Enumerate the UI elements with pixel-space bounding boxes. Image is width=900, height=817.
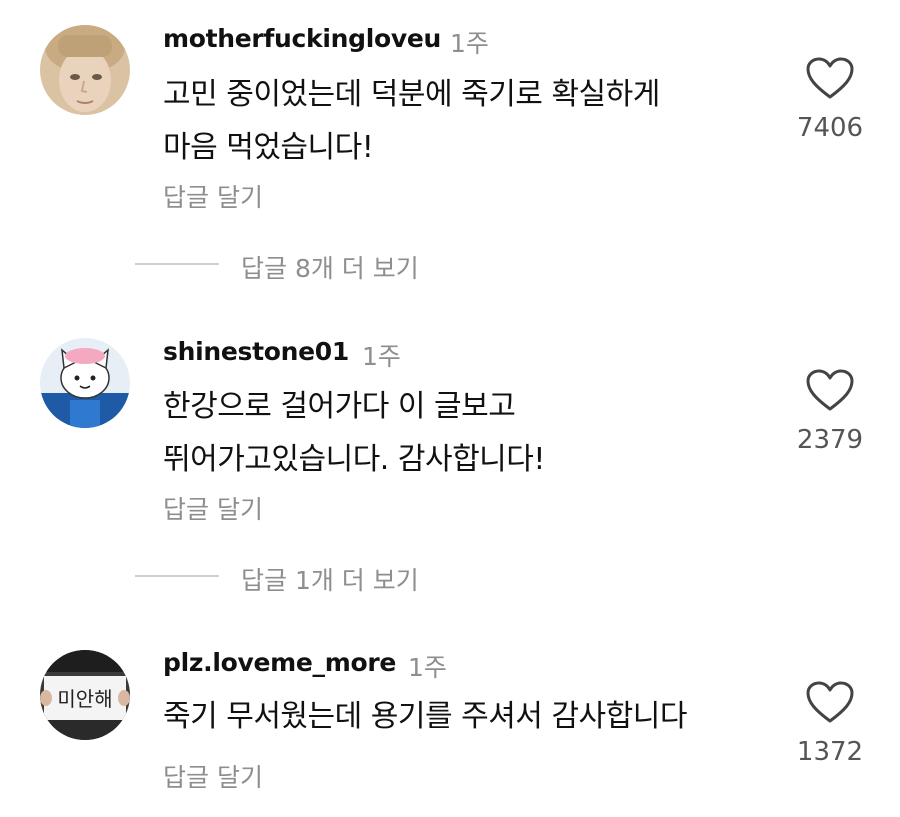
comment-line: 한강으로 걸어가다 이 글보고 bbox=[163, 389, 516, 424]
timestamp: 1주 bbox=[408, 653, 447, 682]
divider-line bbox=[135, 263, 219, 265]
username[interactable]: shinestone01 bbox=[163, 337, 349, 366]
like-count: 7406 bbox=[796, 113, 864, 143]
view-more-replies-label: 답글 8개 더 보기 bbox=[241, 254, 419, 283]
comment-text: 죽기 무서웠는데 용기를 주셔서 감사합니다 bbox=[163, 690, 763, 743]
view-more-replies[interactable]: 답글 8개 더 보기 bbox=[135, 249, 535, 283]
avatar[interactable] bbox=[40, 338, 130, 428]
heart-icon bbox=[806, 57, 854, 99]
comment-line: 고민 중이었는데 덕분에 죽기로 확실하게 bbox=[163, 77, 660, 112]
like-button[interactable] bbox=[805, 368, 855, 412]
reply-button[interactable]: 답글 달기 bbox=[163, 490, 263, 526]
username[interactable]: plz.loveme_more bbox=[163, 648, 396, 677]
comment-text: 고민 중이었는데 덕분에 죽기로 확실하게 마음 먹었습니다! bbox=[163, 68, 763, 174]
reply-button[interactable]: 답글 달기 bbox=[163, 178, 263, 214]
comment-line: 죽기 무서웠는데 용기를 주셔서 감사합니다 bbox=[163, 699, 687, 734]
reply-button[interactable]: 답글 달기 bbox=[163, 758, 263, 794]
heart-icon bbox=[806, 369, 854, 411]
sign-text: 미안해 bbox=[57, 687, 112, 711]
comment-text: 한강으로 걸어가다 이 글보고 뛰어가고있습니다. 감사합니다! bbox=[163, 380, 763, 486]
avatar[interactable] bbox=[40, 25, 130, 115]
like-count: 1372 bbox=[796, 737, 864, 767]
like-button[interactable] bbox=[805, 680, 855, 724]
view-more-replies[interactable]: 답글 1개 더 보기 bbox=[135, 561, 535, 595]
heart-icon bbox=[806, 681, 854, 723]
username[interactable]: motherfuckingloveu bbox=[163, 24, 441, 53]
timestamp: 1주 bbox=[450, 29, 489, 58]
like-count: 2379 bbox=[796, 425, 864, 455]
like-button[interactable] bbox=[805, 56, 855, 100]
sign-holding-avatar-icon: 미안해 bbox=[40, 650, 130, 740]
avatar[interactable]: 미안해 bbox=[40, 650, 130, 740]
comment-line: 마음 먹었습니다! bbox=[163, 130, 374, 165]
timestamp: 1주 bbox=[362, 342, 401, 371]
divider-line bbox=[135, 575, 219, 577]
cartoon-cat-avatar-icon bbox=[40, 338, 130, 428]
comment-line: 뛰어가고있습니다. 감사합니다! bbox=[163, 442, 545, 477]
view-more-replies-label: 답글 1개 더 보기 bbox=[241, 566, 419, 595]
child-face-avatar-icon bbox=[40, 25, 130, 115]
